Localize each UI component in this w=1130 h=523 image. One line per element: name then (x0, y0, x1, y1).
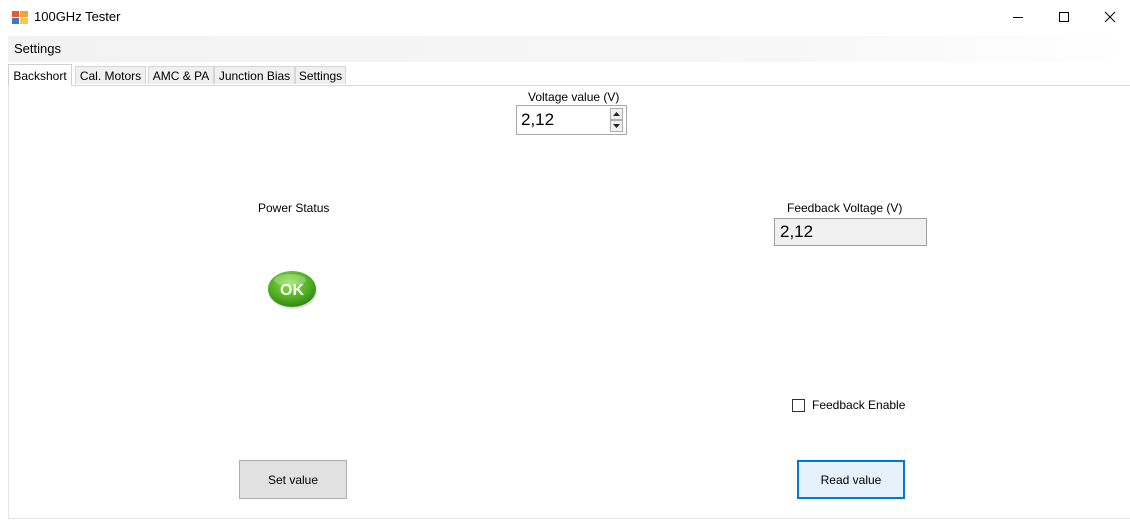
spin-up-button[interactable] (610, 108, 623, 120)
feedback-enable-label: Feedback Enable (812, 398, 906, 412)
tab-strip: Backshort Cal. Motors AMC & PA Junction … (8, 64, 1130, 86)
tab-backshort[interactable]: Backshort (8, 64, 72, 86)
feedback-enable-checkbox[interactable]: Feedback Enable (792, 398, 905, 412)
close-icon (1104, 11, 1116, 23)
voltage-value-label: Voltage value (V) (528, 90, 620, 104)
app-icon (12, 11, 28, 24)
read-value-button[interactable]: Read value (797, 460, 905, 499)
tab-amc-pa[interactable]: AMC & PA (148, 66, 214, 84)
maximize-icon (1059, 12, 1069, 22)
ok-status-icon: OK (268, 271, 317, 309)
voltage-spinner[interactable] (610, 108, 623, 132)
maximize-button[interactable] (1041, 0, 1087, 34)
arrow-down-icon (613, 124, 620, 128)
feedback-voltage-box (774, 218, 927, 246)
title-bar: 100GHz Tester (0, 0, 1130, 34)
arrow-up-icon (613, 112, 620, 116)
minimize-icon (1013, 17, 1023, 18)
backshort-panel (8, 85, 1130, 519)
voltage-value-input[interactable] (519, 108, 611, 132)
app-window: 100GHz Tester Settings Backshort Cal. Mo… (0, 0, 1130, 523)
tab-cal-motors[interactable]: Cal. Motors (75, 66, 146, 84)
power-status-label: Power Status (258, 201, 330, 215)
menu-bar: Settings (8, 36, 1130, 62)
close-button[interactable] (1087, 0, 1130, 34)
spin-down-button[interactable] (610, 120, 623, 132)
tab-junction-bias[interactable]: Junction Bias (214, 66, 295, 84)
ok-status-text: OK (280, 282, 304, 299)
checkbox-box[interactable] (792, 398, 805, 412)
minimize-button[interactable] (995, 0, 1041, 34)
window-title: 100GHz Tester (34, 9, 121, 24)
menu-settings[interactable]: Settings (11, 41, 64, 56)
voltage-numeric-updown[interactable] (516, 105, 627, 135)
feedback-voltage-field (775, 219, 926, 245)
tab-settings[interactable]: Settings (295, 66, 346, 84)
feedback-voltage-label: Feedback Voltage (V) (787, 201, 903, 215)
set-value-button[interactable]: Set value (239, 460, 347, 499)
